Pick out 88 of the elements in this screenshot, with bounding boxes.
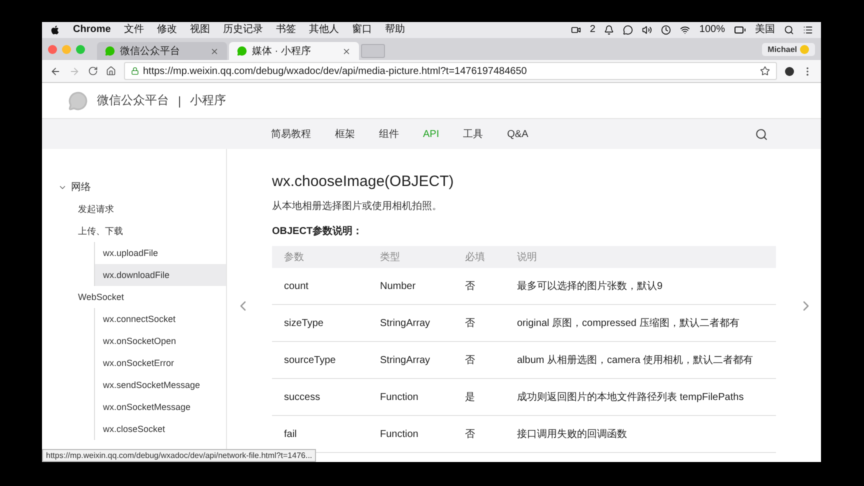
sidebar-item[interactable]: wx.closeSocket bbox=[94, 418, 226, 440]
chat-bubble-icon bbox=[105, 46, 115, 56]
table-cell-text: album 从相册选图，camera 使用相机，默认二者都有 bbox=[517, 354, 754, 367]
table-cell-text: sizeType bbox=[284, 318, 324, 328]
menu-item[interactable]: 帮助 bbox=[384, 24, 405, 36]
search-icon[interactable] bbox=[755, 128, 768, 140]
chat-bubbles-icon bbox=[68, 90, 88, 110]
table-cell-text: Function bbox=[380, 392, 420, 402]
sidebar-item[interactable]: 网络 bbox=[42, 176, 226, 198]
menu-item[interactable]: 历史记录 bbox=[222, 24, 263, 36]
brand-name[interactable]: 微信公众平台 bbox=[97, 92, 169, 109]
nav-link[interactable]: Q&A bbox=[507, 128, 528, 140]
close-window-dot[interactable] bbox=[48, 44, 57, 54]
minimize-window-dot[interactable] bbox=[62, 44, 71, 54]
profile-button[interactable]: Michael bbox=[762, 42, 815, 56]
table-cell-text: StringArray bbox=[380, 318, 432, 328]
chat-bubble-icon bbox=[237, 46, 247, 56]
sidebar-item[interactable]: 发起请求 bbox=[42, 198, 226, 220]
menu-item[interactable]: Chrome bbox=[73, 24, 111, 36]
column-header: 类型 bbox=[380, 250, 401, 264]
sidebar-item[interactable]: wx.onSocketError bbox=[94, 352, 226, 374]
menu-item[interactable]: 其他人 bbox=[308, 24, 339, 36]
table-cell-text: StringArray bbox=[380, 354, 432, 366]
section-heading: OBJECT参数说明： bbox=[272, 224, 364, 238]
back-icon[interactable] bbox=[50, 66, 61, 76]
input-source[interactable]: 美国 bbox=[755, 24, 775, 36]
product-name[interactable]: 小程序 bbox=[190, 92, 226, 109]
home-icon[interactable] bbox=[106, 66, 116, 76]
table-cell-text: 否 bbox=[465, 354, 476, 367]
menu-item[interactable]: 文件 bbox=[124, 24, 144, 36]
wifi-icon[interactable] bbox=[680, 25, 690, 35]
chat-icon[interactable] bbox=[623, 25, 634, 35]
table-cell-text: fail bbox=[284, 428, 298, 440]
sidebar-item[interactable]: wx.connectSocket bbox=[94, 308, 226, 330]
sidebar-item[interactable]: 上传、下载 bbox=[42, 220, 226, 242]
close-icon[interactable] bbox=[342, 46, 351, 56]
table-cell-text: success bbox=[284, 392, 322, 402]
table-cell-text: 接口调用失败的回调函数 bbox=[517, 428, 628, 441]
nav-link[interactable]: 框架 bbox=[335, 127, 355, 141]
nav-link[interactable]: 组件 bbox=[379, 127, 399, 141]
column-header: 必填 bbox=[465, 250, 486, 264]
menu-item[interactable]: 视图 bbox=[190, 24, 210, 36]
apple-icon[interactable] bbox=[50, 25, 60, 35]
nav-link[interactable]: 工具 bbox=[463, 127, 484, 141]
lock-icon bbox=[131, 67, 139, 75]
bell-icon[interactable] bbox=[604, 25, 614, 35]
table-cell-text: Number bbox=[380, 280, 417, 292]
clock-icon[interactable] bbox=[661, 25, 672, 35]
link-preview: https://mp.weixin.qq.com/debug/wxadoc/dev/api/network-file.html?t=1476... bbox=[42, 449, 316, 462]
table-cell-text: count bbox=[284, 280, 310, 292]
table-cell-text: 否 bbox=[465, 428, 476, 441]
page-title: wx.chooseImage(OBJECT) bbox=[272, 173, 455, 190]
sidebar-item[interactable]: wx.onSocketOpen bbox=[94, 330, 226, 352]
battery-icon[interactable] bbox=[734, 24, 746, 36]
extension-icon[interactable] bbox=[785, 66, 794, 76]
star-icon[interactable] bbox=[760, 66, 770, 76]
volume-icon[interactable] bbox=[642, 25, 652, 35]
separator: | bbox=[178, 94, 182, 108]
sidebar-item[interactable]: wx.sendSocketMessage bbox=[94, 374, 226, 396]
table-cell-text: sourceType bbox=[284, 354, 337, 366]
search-icon[interactable] bbox=[784, 25, 794, 35]
reload-icon[interactable] bbox=[88, 66, 98, 76]
menu-item[interactable]: 修改 bbox=[156, 24, 177, 36]
table-cell-text: 最多可以选择的图片张数，默认9 bbox=[517, 280, 664, 293]
zoom-window-dot[interactable] bbox=[76, 44, 85, 54]
description: 从本地相册选择图片或使用相机拍照。 bbox=[272, 200, 443, 213]
table-cell-text: original 原图，compressed 压缩图，默认二者都有 bbox=[517, 316, 740, 330]
table-cell-text: 是 bbox=[465, 391, 476, 404]
table-cell-text: 否 bbox=[465, 317, 476, 330]
sidebar-item[interactable]: WebSocket bbox=[42, 286, 226, 308]
close-icon[interactable] bbox=[210, 46, 219, 56]
column-header: 参数 bbox=[284, 250, 305, 264]
table-cell-text: Function bbox=[380, 428, 420, 440]
table-cell-text: 成功则返回图片的本地文件路径列表 tempFilePaths bbox=[517, 390, 745, 404]
nav-link[interactable]: 简易教程 bbox=[271, 127, 311, 141]
browser-tab[interactable]: 微信公众平台 bbox=[97, 42, 227, 60]
menu-item[interactable]: 书签 bbox=[276, 24, 296, 36]
battery-percent: 100% bbox=[699, 24, 725, 36]
badge-count: 2 bbox=[590, 24, 596, 36]
table-cell-text: 否 bbox=[465, 280, 476, 293]
sidebar-item[interactable]: wx.onSocketMessage bbox=[94, 396, 226, 418]
address-field[interactable]: https://mp.weixin.qq.com/debug/wxadoc/dev/api/media-picture.html?t=1476197484650 bbox=[124, 62, 777, 80]
browser-tab[interactable]: 媒体 · 小程序 bbox=[229, 42, 359, 60]
menu-item[interactable]: 窗口 bbox=[352, 24, 372, 36]
column-header: 说明 bbox=[517, 251, 538, 264]
camera-icon[interactable] bbox=[570, 25, 581, 35]
sidebar-item[interactable]: wx.downloadFile bbox=[94, 264, 226, 286]
list-icon[interactable] bbox=[803, 25, 813, 35]
